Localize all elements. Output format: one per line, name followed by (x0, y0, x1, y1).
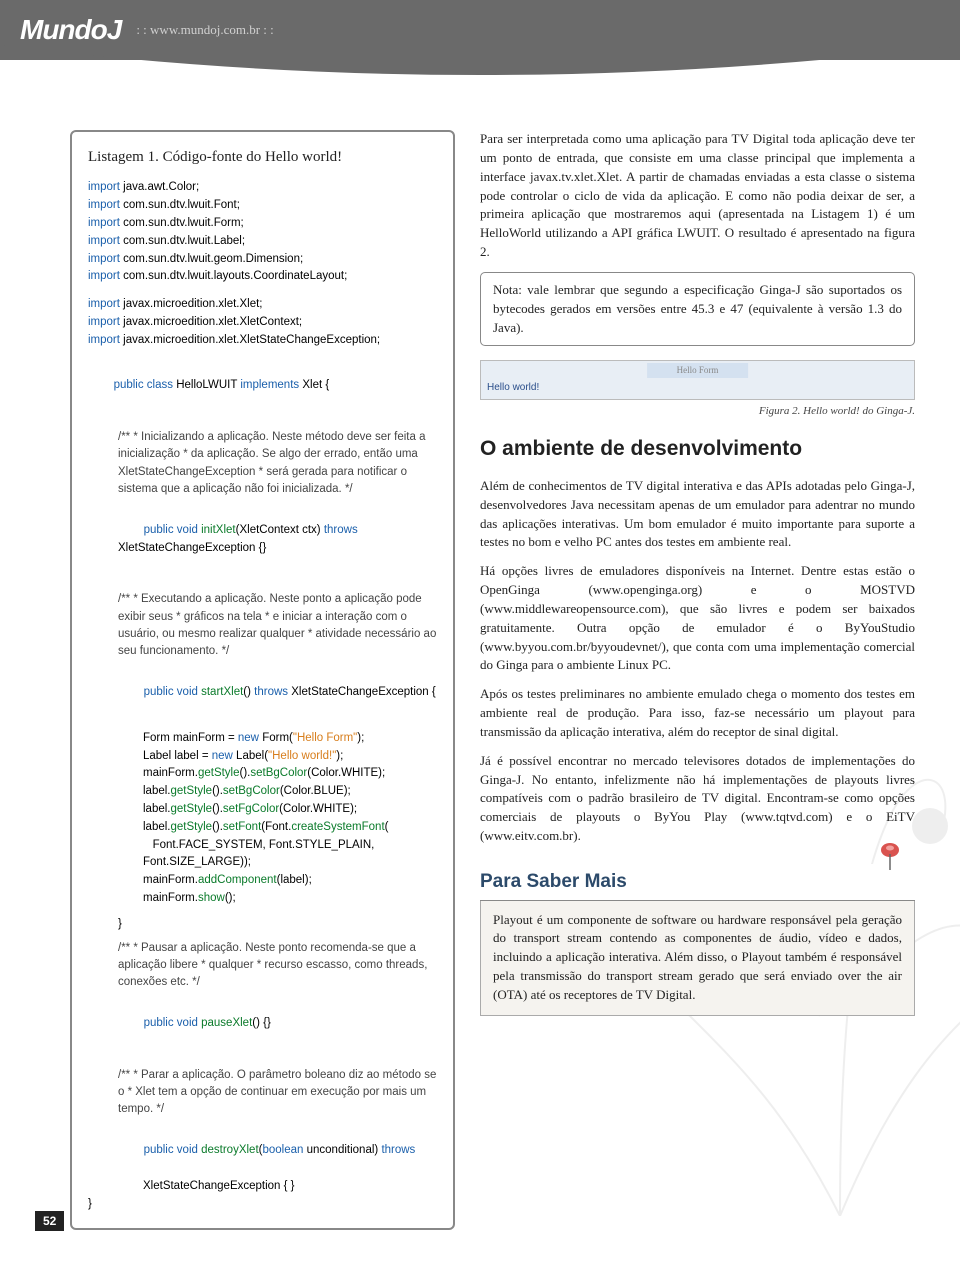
paragraph-2: Além de conhecimentos de TV digital inte… (480, 477, 915, 552)
paragraph-4: Após os testes preliminares no ambiente … (480, 685, 915, 742)
intro-paragraph: Para ser interpretada como uma aplicação… (480, 130, 915, 262)
javadoc-destroy: /** * Parar a aplicação. O parâmetro bol… (88, 1067, 437, 1119)
right-column: Para ser interpretada como uma aplicação… (480, 130, 915, 1230)
method-initxlet: public void initXlet(XletContext ctx) th… (88, 504, 437, 575)
figure-hello-text: Hello world! (487, 381, 539, 396)
paragraph-5: Já é possível encontrar no mercado telev… (480, 752, 915, 846)
callout-box: Para Saber Mais Playout é um componente … (480, 864, 915, 1016)
figure-caption: Figura 2. Hello world! do Ginga-J. (480, 404, 915, 420)
figure-window-title: Hello Form (647, 363, 749, 378)
pushpin-icon (877, 842, 903, 872)
callout-title: Para Saber Mais (480, 864, 915, 901)
javadoc-pause: /** * Pausar a aplicação. Neste ponto re… (88, 940, 437, 992)
imports-group-1: import java.awt.Color;import com.sun.dtv… (88, 179, 437, 286)
javadoc-start: /** * Executando a aplicação. Neste pont… (88, 591, 437, 660)
method-destroyxlet-exc: XletStateChangeException { } (88, 1178, 437, 1196)
section-heading-ambiente: O ambiente de desenvolvimento (480, 434, 915, 464)
method-startxlet-sig: public void startXlet() throws XletState… (88, 666, 437, 719)
imports-group-2: import javax.microedition.xlet.Xlet;impo… (88, 296, 437, 349)
method-destroyxlet: public void destroyXlet(boolean uncondit… (88, 1125, 437, 1178)
page-number: 52 (35, 1211, 64, 1231)
paragraph-3: Há opções livres de emuladores disponíve… (480, 562, 915, 675)
breadcrumb: : : www.mundoj.com.br : : (136, 22, 273, 38)
note-box: Nota: vale lembrar que segundo a especif… (480, 272, 915, 347)
logo: MundoJ (20, 14, 121, 46)
close-brace: } (88, 916, 437, 934)
method-startxlet-body: Form mainForm = new Form("Hello Form");L… (88, 730, 437, 908)
final-brace: } (88, 1196, 437, 1214)
code-listing-box: Listagem 1. Código-fonte do Hello world!… (70, 130, 455, 1230)
callout-body: Playout é um componente de software ou h… (480, 901, 915, 1016)
listing-title: Listagem 1. Código-fonte do Hello world! (88, 146, 437, 169)
class-declaration: public class HelloLWUIT implements Xlet … (88, 360, 437, 413)
figure-2-image: Hello Form Hello world! (480, 360, 915, 400)
left-column: Listagem 1. Código-fonte do Hello world!… (70, 130, 455, 1230)
method-pausexlet: public void pauseXlet() {} (88, 997, 437, 1050)
javadoc-init: /** * Inicializando a aplicação. Neste m… (88, 429, 437, 498)
